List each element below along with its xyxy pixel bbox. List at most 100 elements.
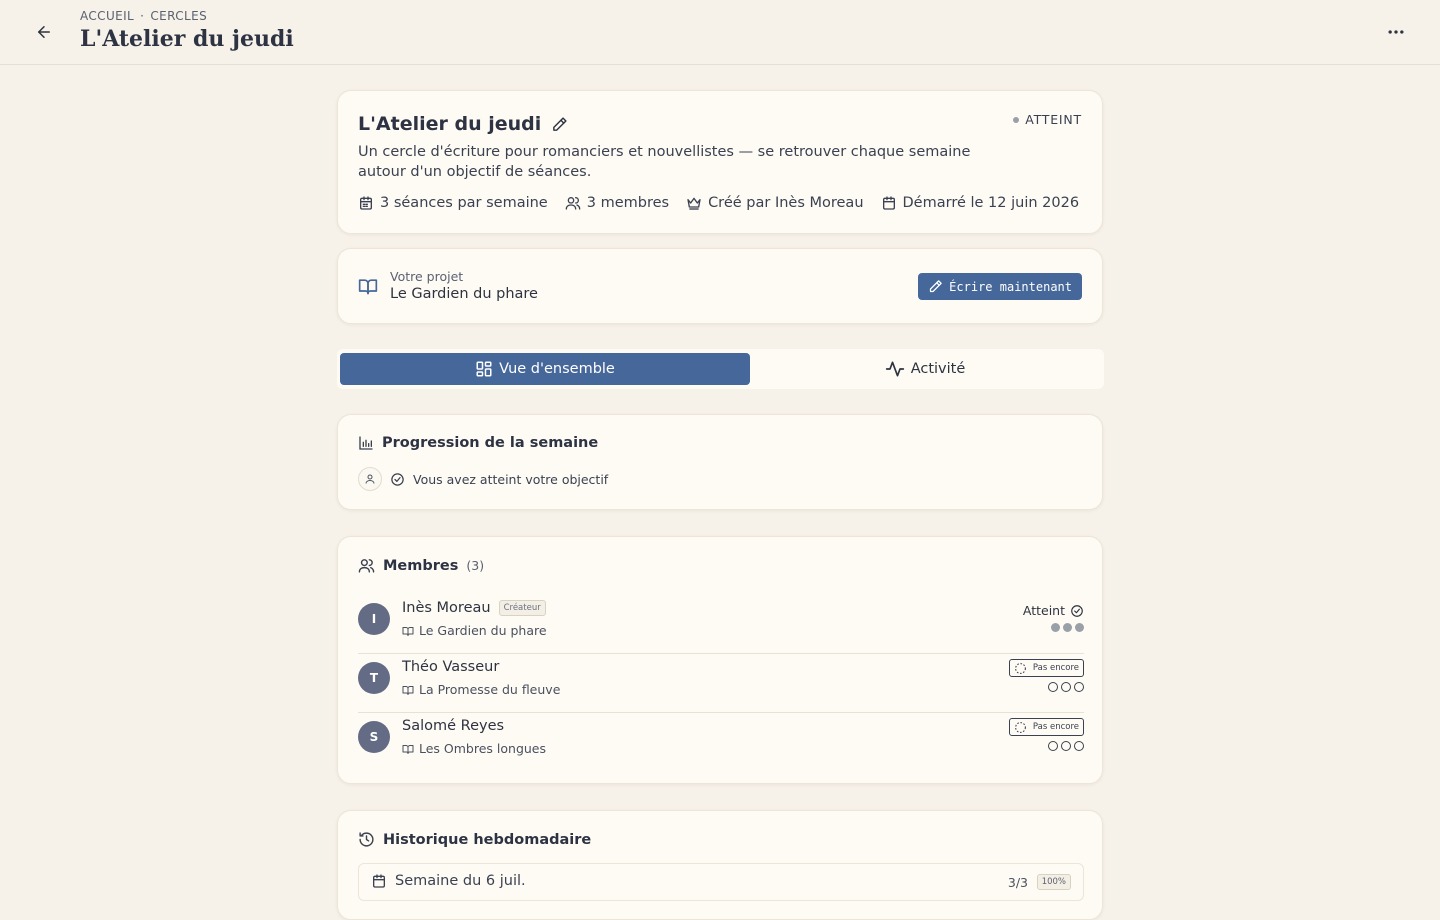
check-circle-icon xyxy=(390,472,405,487)
session-dots xyxy=(1045,682,1084,692)
member-project: La Promesse du fleuve xyxy=(402,682,560,697)
user-avatar xyxy=(358,467,382,491)
crown-icon xyxy=(687,197,701,210)
creator-badge: Créateur xyxy=(498,600,546,616)
dashboard-icon xyxy=(476,361,492,377)
dashed-circle-icon xyxy=(1014,662,1026,674)
pending-badge-text: Pas encore xyxy=(1032,663,1079,673)
tab-activity[interactable]: Activité xyxy=(750,353,1100,385)
back-button[interactable] xyxy=(32,20,56,44)
meta-creator: Créé par Inès Moreau xyxy=(686,195,864,211)
member-project-text: Le Gardien du phare xyxy=(419,623,547,638)
member-project-text: La Promesse du fleuve xyxy=(419,682,561,697)
weekly-progress-card: Progression de la semaine Vous avez atte… xyxy=(337,414,1103,510)
session-dot-done xyxy=(1063,623,1072,632)
edit-circle-button[interactable] xyxy=(551,116,568,133)
calendar-icon xyxy=(360,196,372,210)
session-dot-empty xyxy=(1061,741,1071,751)
member-status: Atteint xyxy=(1023,603,1084,618)
tab-activity-label: Activité xyxy=(910,361,966,377)
pending-badge: Pas encore xyxy=(1008,659,1084,677)
calendar-icon xyxy=(882,196,895,210)
pencil-icon xyxy=(553,116,567,131)
bar-chart-icon xyxy=(359,436,373,450)
progress-message: Vous avez atteint votre objectif xyxy=(413,471,609,487)
project-label: Votre projet xyxy=(390,269,464,284)
dashed-circle-icon xyxy=(1014,721,1026,733)
activity-icon xyxy=(885,361,904,377)
tab-bar: Vue d'ensemble Activité xyxy=(337,349,1104,389)
session-dots xyxy=(1048,623,1084,632)
status-text: ATTEINT xyxy=(1025,112,1082,127)
session-dot-done xyxy=(1075,623,1084,632)
write-now-label: Écrire maintenant xyxy=(949,279,1072,294)
progress-title-text: Progression de la semaine xyxy=(382,435,599,451)
member-row[interactable]: S Salomé Reyes Les Ombres longues Pas en… xyxy=(358,713,1084,772)
members-card: Membres (3) I Inès Moreau Créateur Le Ga… xyxy=(337,536,1103,784)
pending-badge: Pas encore xyxy=(1008,718,1084,736)
users-icon xyxy=(565,197,581,210)
open-book-icon xyxy=(402,685,414,695)
top-bar: ACCUEIL · CERCLES L'Atelier du jeudi xyxy=(0,0,1440,65)
avatar: I xyxy=(358,603,390,635)
members-title-text: Membres xyxy=(383,557,459,574)
circle-description: Un cercle d'écriture pour romanciers et … xyxy=(358,144,971,180)
meta-sessions-text: 3 séances par semaine xyxy=(380,195,548,211)
week-percent-badge: 100% xyxy=(1036,874,1071,890)
open-book-icon xyxy=(402,744,414,754)
session-dot-empty xyxy=(1074,741,1084,751)
session-dot-empty xyxy=(1048,741,1058,751)
arrow-left-icon xyxy=(38,26,50,38)
open-book-icon xyxy=(358,276,378,300)
circle-title: L'Atelier du jeudi xyxy=(358,113,568,135)
more-options-button[interactable] xyxy=(1384,20,1408,44)
breadcrumb-separator: · xyxy=(140,9,145,23)
session-dot-done xyxy=(1051,623,1060,632)
progress-title: Progression de la semaine xyxy=(358,435,598,451)
member-project: Le Gardien du phare xyxy=(402,623,547,638)
circle-title-text: L'Atelier du jeudi xyxy=(358,113,542,135)
meta-started-text: Démarré le 12 juin 2026 xyxy=(902,195,1080,211)
project-name: Le Gardien du phare xyxy=(390,286,538,302)
breadcrumb-home[interactable]: ACCUEIL xyxy=(80,9,134,23)
member-row[interactable]: I Inès Moreau Créateur Le Gardien du pha… xyxy=(358,595,1084,654)
circle-meta: 3 séances par semaine 3 membres Créé par… xyxy=(358,195,1096,211)
member-project-text: Les Ombres longues xyxy=(419,741,547,756)
member-name-text: Salomé Reyes xyxy=(402,718,505,734)
progress-status: Vous avez atteint votre objectif xyxy=(358,467,608,491)
member-project: Les Ombres longues xyxy=(402,741,546,756)
write-now-button[interactable]: Écrire maintenant xyxy=(918,273,1082,300)
session-dot-empty xyxy=(1048,682,1058,692)
week-label: Semaine du 6 juil. xyxy=(371,873,526,889)
tab-overview-label: Vue d'ensemble xyxy=(499,361,615,377)
meta-members: 3 membres xyxy=(565,195,669,211)
status-dot xyxy=(1013,116,1020,123)
user-icon xyxy=(365,474,375,484)
meta-creator-text: Créé par Inès Moreau xyxy=(708,195,864,211)
pending-badge-text: Pas encore xyxy=(1032,722,1079,732)
tab-overview[interactable]: Vue d'ensemble xyxy=(340,353,750,385)
member-name: Théo Vasseur xyxy=(402,659,499,675)
members-title: Membres (3) xyxy=(358,557,484,574)
week-row[interactable]: Semaine du 6 juil. 3/3 100% xyxy=(358,863,1084,901)
meta-members-text: 3 membres xyxy=(586,195,670,211)
page-title: L'Atelier du jeudi xyxy=(80,26,294,52)
pencil-icon xyxy=(930,280,942,293)
session-dots xyxy=(1045,741,1084,751)
history-icon xyxy=(359,832,374,847)
week-score: 3/3 xyxy=(1007,875,1028,890)
calendar-icon xyxy=(373,874,385,888)
session-dot-empty xyxy=(1074,682,1084,692)
history-title: Historique hebdomadaire xyxy=(358,831,591,848)
status-badge: ATTEINT xyxy=(1013,112,1082,127)
project-card: Votre projet Le Gardien du phare Écrire … xyxy=(337,248,1103,324)
meta-sessions: 3 séances par semaine xyxy=(358,195,548,211)
session-dot-empty xyxy=(1061,682,1071,692)
member-name-text: Inès Moreau xyxy=(402,600,491,616)
open-book-icon xyxy=(402,626,414,636)
breadcrumb-circles[interactable]: CERCLES xyxy=(150,9,207,23)
member-name: Inès Moreau Créateur xyxy=(402,600,546,616)
member-row[interactable]: T Théo Vasseur La Promesse du fleuve Pas… xyxy=(358,654,1084,713)
week-label-text: Semaine du 6 juil. xyxy=(395,873,526,889)
more-horizontal-icon xyxy=(1388,30,1404,34)
